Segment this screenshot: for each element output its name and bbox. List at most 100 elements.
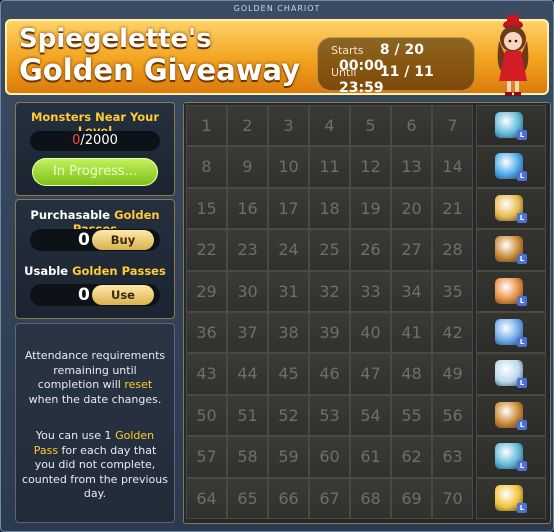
day-cell: 61 bbox=[350, 436, 391, 478]
level-badge: L bbox=[517, 336, 527, 347]
day-cell: 30 bbox=[227, 270, 268, 312]
day-cell: 37 bbox=[227, 311, 268, 354]
day-cell: 10 bbox=[268, 146, 309, 188]
until-time: 23:59 bbox=[339, 80, 384, 96]
golden-pass-notice: You can use 1 Golden Pass for each day t… bbox=[22, 429, 168, 500]
day-cell: 36 bbox=[186, 311, 227, 354]
day-cell: 57 bbox=[186, 436, 227, 478]
until-label: Until bbox=[331, 66, 357, 79]
day-cell: 1 bbox=[186, 105, 227, 147]
day-cell: 24 bbox=[268, 229, 309, 271]
day-cell: 16 bbox=[227, 187, 268, 230]
reward-slot[interactable]: L bbox=[476, 477, 546, 519]
day-cell: 51 bbox=[227, 394, 268, 437]
day-cell: 68 bbox=[350, 477, 391, 519]
use-button[interactable]: Use bbox=[92, 285, 154, 305]
reward-slot[interactable]: L bbox=[476, 187, 546, 230]
banner-title-line2: Golden Giveaway bbox=[19, 53, 301, 87]
day-cell: 58 bbox=[227, 436, 268, 478]
spiegelette-avatar bbox=[497, 15, 529, 96]
event-banner: Spiegelette's Golden Giveaway Starts 8 /… bbox=[5, 15, 549, 96]
day-cell: 39 bbox=[309, 311, 350, 354]
day-cell: 45 bbox=[268, 353, 309, 395]
day-cell: 15 bbox=[186, 187, 227, 230]
day-cell: 14 bbox=[432, 146, 473, 188]
until-date: 11 / 11 bbox=[379, 64, 434, 80]
day-cell: 46 bbox=[309, 353, 350, 395]
reset-notice: Attendance requirements remaining until … bbox=[24, 349, 166, 406]
day-cell: 70 bbox=[432, 477, 473, 519]
day-cell: 23 bbox=[227, 229, 268, 271]
buy-button[interactable]: Buy bbox=[92, 230, 154, 250]
day-cell: 25 bbox=[309, 229, 350, 271]
day-cell: 12 bbox=[350, 146, 391, 188]
attendance-board: 1 2 3 4 5 6 7 8 9 10 11 12 13 14 15 16 17 18 19 20 21 22 23 24 2… bbox=[183, 102, 551, 524]
day-cell: 33 bbox=[350, 270, 391, 312]
monster-count-total: /2000 bbox=[80, 133, 118, 148]
notice-box: Attendance requirements remaining until … bbox=[15, 323, 175, 523]
reward-slot[interactable]: L bbox=[476, 229, 546, 271]
day-cell: 55 bbox=[391, 394, 432, 437]
day-cell: 13 bbox=[391, 146, 432, 188]
day-grid: 1 2 3 4 5 6 7 8 9 10 11 12 13 14 15 16 17 18 19 20 21 22 23 24 2… bbox=[186, 105, 474, 519]
day-cell: 2 bbox=[227, 105, 268, 147]
day-cell: 6 bbox=[391, 105, 432, 147]
reward-column: L L L L L L L L L L bbox=[476, 105, 546, 519]
day-cell: 35 bbox=[432, 270, 473, 312]
status-panel: Monsters Near Your Level 0/2000 In Progr… bbox=[15, 102, 175, 523]
day-cell: 56 bbox=[432, 394, 473, 437]
day-cell: 54 bbox=[350, 394, 391, 437]
day-cell: 43 bbox=[186, 353, 227, 395]
day-cell: 41 bbox=[391, 311, 432, 354]
day-cell: 3 bbox=[268, 105, 309, 147]
day-cell: 63 bbox=[432, 436, 473, 478]
day-cell: 26 bbox=[350, 229, 391, 271]
day-cell: 62 bbox=[391, 436, 432, 478]
usable-pass-count: 0 bbox=[78, 285, 90, 305]
level-badge: L bbox=[517, 378, 527, 389]
purchasable-pass-count: 0 bbox=[78, 230, 90, 250]
day-cell: 67 bbox=[309, 477, 350, 519]
day-cell: 59 bbox=[268, 436, 309, 478]
day-cell: 29 bbox=[186, 270, 227, 312]
day-cell: 66 bbox=[268, 477, 309, 519]
reward-slot[interactable]: L bbox=[476, 270, 546, 312]
usable-pass-row: 0 Use bbox=[30, 284, 160, 306]
day-cell: 17 bbox=[268, 187, 309, 230]
day-cell: 38 bbox=[268, 311, 309, 354]
reward-slot[interactable]: L bbox=[476, 105, 546, 147]
day-cell: 27 bbox=[391, 229, 432, 271]
day-cell: 28 bbox=[432, 229, 473, 271]
day-cell: 48 bbox=[391, 353, 432, 395]
level-badge: L bbox=[517, 295, 527, 306]
day-cell: 52 bbox=[268, 394, 309, 437]
starts-label: Starts bbox=[331, 44, 364, 57]
level-badge: L bbox=[517, 212, 527, 223]
level-badge: L bbox=[517, 254, 527, 265]
day-cell: 32 bbox=[309, 270, 350, 312]
day-cell: 11 bbox=[309, 146, 350, 188]
reward-slot[interactable]: L bbox=[476, 436, 546, 478]
golden-chariot-window: GOLDEN CHARIOT Spiegelette's Golden Give… bbox=[0, 0, 554, 532]
day-cell: 60 bbox=[309, 436, 350, 478]
reward-slot[interactable]: L bbox=[476, 146, 546, 188]
level-badge: L bbox=[517, 130, 527, 140]
day-cell: 50 bbox=[186, 394, 227, 437]
reward-slot[interactable]: L bbox=[476, 353, 546, 395]
day-cell: 40 bbox=[350, 311, 391, 354]
golden-pass-box: Purchasable Golden Passes 0 Buy Usable G… bbox=[15, 199, 175, 319]
purchasable-pass-row: 0 Buy bbox=[30, 229, 160, 251]
reward-slot[interactable]: L bbox=[476, 311, 546, 354]
reward-slot[interactable]: L bbox=[476, 394, 546, 437]
day-cell: 65 bbox=[227, 477, 268, 519]
until-row: Until 11 / 11 23:59 bbox=[331, 64, 475, 96]
level-badge: L bbox=[517, 419, 527, 430]
day-cell: 19 bbox=[350, 187, 391, 230]
day-cell: 22 bbox=[186, 229, 227, 271]
day-cell: 18 bbox=[309, 187, 350, 230]
in-progress-button[interactable]: In Progress... bbox=[32, 158, 158, 186]
day-cell: 42 bbox=[432, 311, 473, 354]
window-title: GOLDEN CHARIOT bbox=[233, 4, 321, 13]
day-cell: 21 bbox=[432, 187, 473, 230]
level-badge: L bbox=[517, 502, 527, 513]
